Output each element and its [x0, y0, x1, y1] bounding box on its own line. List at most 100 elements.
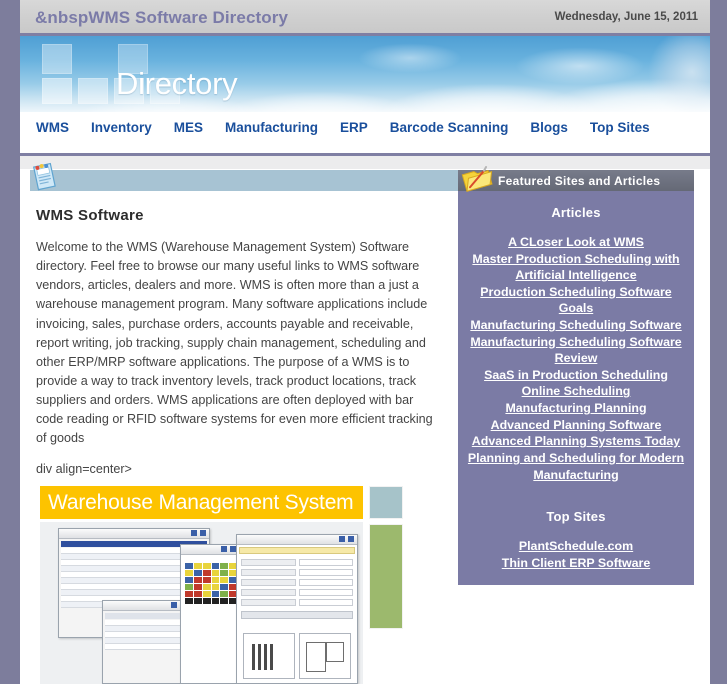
screenshot-window-collage	[40, 521, 363, 684]
warehouse-map-grid	[185, 562, 237, 604]
hero-title: Directory	[116, 66, 238, 101]
document-icon	[32, 162, 56, 191]
map-cell	[185, 583, 193, 590]
screenshot-window	[102, 599, 190, 684]
sidebar-column: Featured Sites and Articles Articles A C…	[458, 166, 710, 585]
article-link[interactable]: Planning and Scheduling for Modern	[462, 450, 690, 467]
nav-item-mes[interactable]: MES	[174, 120, 203, 135]
article-link[interactable]: Review	[462, 350, 690, 367]
nav-item-blogs[interactable]: Blogs	[530, 120, 568, 135]
sidebar-panel-header: Featured Sites and Articles	[458, 166, 694, 192]
nav-item-erp[interactable]: ERP	[340, 120, 368, 135]
map-cell	[193, 576, 202, 583]
hero-banner: Directory	[20, 36, 710, 112]
top-sites-link-list: PlantSchedule.com Thin Client ERP Softwa…	[462, 538, 690, 571]
form-fields	[241, 558, 353, 623]
map-cell	[185, 597, 193, 604]
window-titlebar	[181, 544, 239, 555]
nav-item-manufacturing[interactable]: Manufacturing	[225, 120, 318, 135]
nav-item-wms[interactable]: WMS	[36, 120, 69, 135]
map-cell	[185, 562, 193, 569]
window-table	[105, 612, 187, 650]
map-cell	[202, 576, 211, 583]
map-cell	[220, 562, 229, 569]
wms-screenshot: Warehouse Management System	[36, 483, 436, 684]
nav-item-barcode-scanning[interactable]: Barcode Scanning	[390, 120, 509, 135]
map-cell	[193, 597, 202, 604]
map-cell	[185, 576, 193, 583]
article-link[interactable]: Manufacturing	[462, 467, 690, 484]
form-diagram	[243, 632, 295, 679]
main-paragraph: Welcome to the WMS (Warehouse Management…	[36, 240, 433, 446]
folder-icon	[461, 166, 493, 192]
map-cell	[220, 590, 229, 597]
map-cell	[193, 583, 202, 590]
article-link[interactable]: Manufacturing Scheduling Software	[462, 334, 690, 351]
sidebar-panel-title: Featured Sites and Articles	[498, 173, 661, 188]
article-link[interactable]: Online Scheduling	[462, 383, 690, 400]
screenshot-teal-block	[369, 485, 403, 519]
map-cell	[202, 597, 211, 604]
window-button-icon	[339, 536, 345, 543]
nav-item-inventory[interactable]: Inventory	[91, 120, 152, 135]
map-cell	[220, 583, 229, 590]
map-cell	[211, 597, 220, 604]
article-link[interactable]: Manufacturing Scheduling Software	[462, 317, 690, 334]
article-link[interactable]: Advanced Planning Systems Today	[462, 433, 690, 450]
main-navigation: WMS Inventory MES Manufacturing ERP Barc…	[20, 112, 710, 156]
content-area: WMS Software Welcome to the WMS (Warehou…	[20, 156, 710, 684]
window-button-icon	[191, 530, 197, 537]
map-cell	[185, 590, 193, 597]
form-floorplan	[299, 632, 351, 679]
screenshot-window	[180, 543, 240, 684]
table-header	[105, 612, 187, 619]
main-accent-strip	[30, 162, 458, 191]
main-column: WMS Software Welcome to the WMS (Warehou…	[20, 162, 458, 684]
map-cell	[202, 590, 211, 597]
site-header: &nbspWMS Software Directory Wednesday, J…	[20, 0, 710, 36]
map-cell	[220, 597, 229, 604]
hero-square	[42, 78, 72, 104]
hero-square	[78, 78, 108, 104]
content-top-strip	[20, 156, 710, 170]
page-container: &nbspWMS Software Directory Wednesday, J…	[20, 0, 710, 684]
article-link[interactable]: A CLoser Look at WMS	[462, 234, 690, 251]
articles-section-title: Articles	[551, 205, 601, 220]
top-site-link[interactable]: PlantSchedule.com	[462, 538, 690, 554]
map-cell	[211, 576, 220, 583]
map-cell	[202, 562, 211, 569]
window-button-icon	[200, 530, 206, 537]
map-cell	[211, 590, 220, 597]
nav-item-top-sites[interactable]: Top Sites	[590, 120, 650, 135]
map-cell	[220, 576, 229, 583]
map-cell	[193, 562, 202, 569]
article-link[interactable]: Master Production Scheduling with	[462, 251, 690, 268]
top-sites-section-title: Top Sites	[546, 509, 606, 525]
map-cell	[185, 569, 193, 576]
article-link[interactable]: Manufacturing Planning	[462, 400, 690, 417]
content-columns: WMS Software Welcome to the WMS (Warehou…	[20, 162, 710, 684]
article-link[interactable]: SaaS in Production Scheduling	[462, 367, 690, 384]
map-cell	[193, 590, 202, 597]
main-body: WMS Software Welcome to the WMS (Warehou…	[20, 191, 458, 684]
raw-html-text: div align=center>	[36, 461, 132, 476]
window-button-icon	[171, 602, 177, 609]
main-heading: WMS Software	[36, 207, 144, 224]
articles-link-list: A CLoser Look at WMS Master Production S…	[462, 234, 690, 483]
article-link[interactable]: Advanced Planning Software	[462, 417, 690, 434]
top-site-link[interactable]: Thin Client ERP Software	[462, 555, 690, 571]
map-cell	[202, 569, 211, 576]
map-cell	[211, 569, 220, 576]
table-row	[105, 643, 187, 650]
form-toolbar	[239, 546, 355, 554]
article-link[interactable]: Production Scheduling Software Goals	[462, 284, 690, 317]
map-cell	[193, 569, 202, 576]
page-title: &nbspWMS Software Directory	[35, 8, 289, 27]
screenshot-green-block	[369, 523, 403, 629]
window-titlebar	[59, 528, 209, 539]
article-link[interactable]: Artificial Intelligence	[462, 267, 690, 284]
window-titlebar	[103, 600, 189, 611]
map-cell	[220, 569, 229, 576]
map-cell	[211, 562, 220, 569]
